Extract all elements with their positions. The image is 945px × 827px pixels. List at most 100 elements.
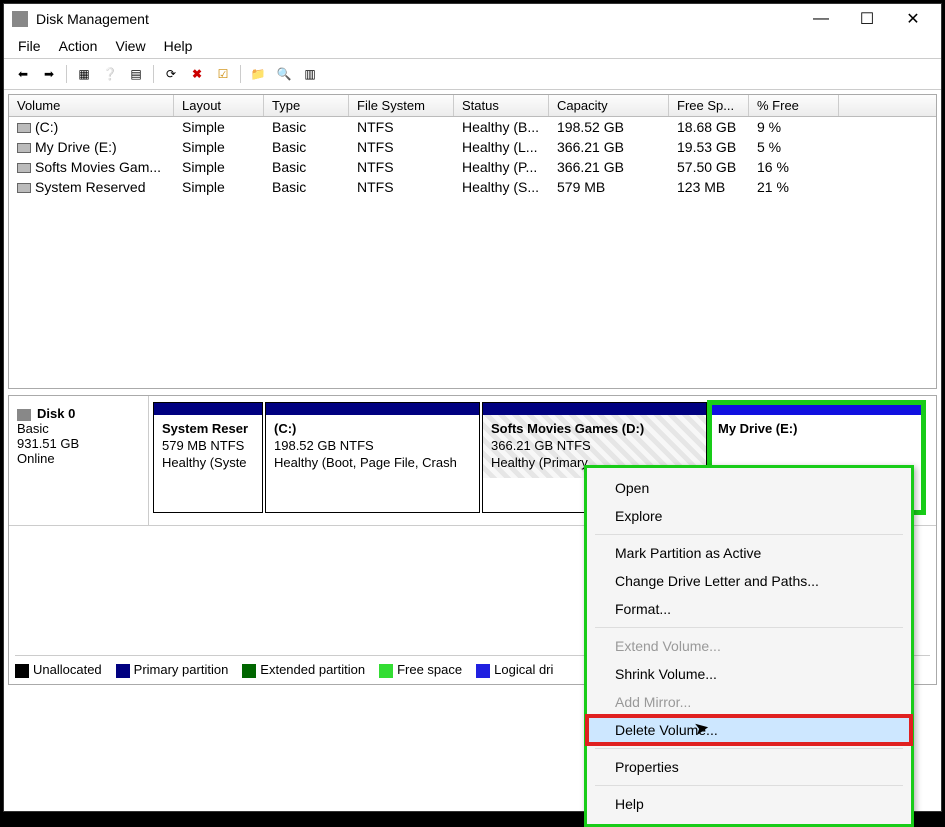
- cell: 9 %: [749, 118, 839, 136]
- cell: Simple: [174, 118, 264, 136]
- col-free[interactable]: Free Sp...: [669, 95, 749, 116]
- cell: 57.50 GB: [669, 158, 749, 176]
- ctx-explore[interactable]: Explore: [587, 502, 911, 530]
- col-filesystem[interactable]: File System: [349, 95, 454, 116]
- window-controls: — ☐ ✕: [809, 7, 925, 31]
- menu-action[interactable]: Action: [59, 38, 98, 54]
- cell: 198.52 GB: [549, 118, 669, 136]
- ctx-open[interactable]: Open: [587, 474, 911, 502]
- volume-row[interactable]: My Drive (E:) Simple Basic NTFS Healthy …: [9, 137, 936, 157]
- ctx-mark-active[interactable]: Mark Partition as Active: [587, 539, 911, 567]
- ctx-delete-volume[interactable]: Delete Volume...: [587, 716, 911, 744]
- ctx-change-letter[interactable]: Change Drive Letter and Paths...: [587, 567, 911, 595]
- ctx-format[interactable]: Format...: [587, 595, 911, 623]
- close-button[interactable]: ✕: [901, 7, 925, 31]
- disk-type: Basic: [17, 421, 140, 436]
- maximize-button[interactable]: ☐: [855, 7, 879, 31]
- partition-name: (C:): [274, 421, 471, 438]
- cell: 18.68 GB: [669, 118, 749, 136]
- cell: Basic: [264, 178, 349, 196]
- cell: 16 %: [749, 158, 839, 176]
- col-layout[interactable]: Layout: [174, 95, 264, 116]
- legend-extended: Extended partition: [242, 662, 365, 678]
- legend-primary: Primary partition: [116, 662, 229, 678]
- app-icon: [12, 11, 28, 27]
- menubar: File Action View Help: [4, 34, 941, 59]
- delete-icon[interactable]: ✖: [186, 63, 208, 85]
- ctx-shrink[interactable]: Shrink Volume...: [587, 660, 911, 688]
- forward-button[interactable]: ➡: [38, 63, 60, 85]
- help-icon[interactable]: ❔: [99, 63, 121, 85]
- cell: 21 %: [749, 178, 839, 196]
- disk-size: 931.51 GB: [17, 436, 140, 451]
- col-capacity[interactable]: Capacity: [549, 95, 669, 116]
- search-icon[interactable]: 🔍: [273, 63, 295, 85]
- cell: Simple: [174, 138, 264, 156]
- partition-size: 579 MB NTFS: [162, 438, 254, 455]
- disk-info[interactable]: Disk 0 Basic 931.51 GB Online: [9, 396, 149, 525]
- volume-name: System Reserved: [35, 179, 145, 195]
- ctx-help[interactable]: Help: [587, 790, 911, 818]
- partition-size: 366.21 GB NTFS: [491, 438, 698, 455]
- volume-list: Volume Layout Type File System Status Ca…: [8, 94, 937, 389]
- toolbar: ⬅ ➡ ▦ ❔ ▤ ⟳ ✖ ☑ 📁 🔍 ▥: [4, 59, 941, 90]
- volume-row[interactable]: (C:) Simple Basic NTFS Healthy (B... 198…: [9, 117, 936, 137]
- settings-icon[interactable]: ▤: [125, 63, 147, 85]
- volume-name: (C:): [35, 119, 58, 135]
- menu-help[interactable]: Help: [164, 38, 193, 54]
- volume-row[interactable]: Softs Movies Gam... Simple Basic NTFS He…: [9, 157, 936, 177]
- titlebar: Disk Management — ☐ ✕: [4, 4, 941, 34]
- legend-logical: Logical dri: [476, 662, 553, 678]
- ctx-properties[interactable]: Properties: [587, 753, 911, 781]
- cell: NTFS: [349, 158, 454, 176]
- cell: Basic: [264, 138, 349, 156]
- volume-list-header: Volume Layout Type File System Status Ca…: [9, 95, 936, 117]
- col-percent[interactable]: % Free: [749, 95, 839, 116]
- ctx-extend: Extend Volume...: [587, 632, 911, 660]
- refresh-icon[interactable]: ⟳: [160, 63, 182, 85]
- cell: Simple: [174, 158, 264, 176]
- cell: NTFS: [349, 178, 454, 196]
- col-type[interactable]: Type: [264, 95, 349, 116]
- cell: Basic: [264, 158, 349, 176]
- cell: 579 MB: [549, 178, 669, 196]
- partition-size: 198.52 GB NTFS: [274, 438, 471, 455]
- minimize-button[interactable]: —: [809, 7, 833, 31]
- list-icon[interactable]: ▥: [299, 63, 321, 85]
- partition-name: Softs Movies Games (D:): [491, 421, 698, 438]
- disk-name: Disk 0: [37, 406, 75, 421]
- volume-row[interactable]: System Reserved Simple Basic NTFS Health…: [9, 177, 936, 197]
- drive-icon: [17, 183, 31, 193]
- cell: Healthy (P...: [454, 158, 549, 176]
- cell: NTFS: [349, 138, 454, 156]
- partition[interactable]: (C:) 198.52 GB NTFS Healthy (Boot, Page …: [265, 402, 480, 513]
- legend-free: Free space: [379, 662, 462, 678]
- check-icon[interactable]: ☑: [212, 63, 234, 85]
- cell: NTFS: [349, 118, 454, 136]
- show-hide-button[interactable]: ▦: [73, 63, 95, 85]
- col-volume[interactable]: Volume: [9, 95, 174, 116]
- disk-status: Online: [17, 451, 140, 466]
- cell: 366.21 GB: [549, 158, 669, 176]
- cell: Healthy (B...: [454, 118, 549, 136]
- folder-icon[interactable]: 📁: [247, 63, 269, 85]
- partition-name: My Drive (E:): [718, 421, 915, 438]
- cell: 19.53 GB: [669, 138, 749, 156]
- menu-file[interactable]: File: [18, 38, 41, 54]
- back-button[interactable]: ⬅: [12, 63, 34, 85]
- cell: Simple: [174, 178, 264, 196]
- cell: 123 MB: [669, 178, 749, 196]
- partition[interactable]: System Reser 579 MB NTFS Healthy (Syste: [153, 402, 263, 513]
- disk-icon: [17, 409, 31, 421]
- ctx-mirror: Add Mirror...: [587, 688, 911, 716]
- volume-name: My Drive (E:): [35, 139, 117, 155]
- drive-icon: [17, 143, 31, 153]
- menu-view[interactable]: View: [115, 38, 145, 54]
- cell: Healthy (S...: [454, 178, 549, 196]
- drive-icon: [17, 163, 31, 173]
- partition-status: Healthy (Boot, Page File, Crash: [274, 455, 471, 472]
- cell: 5 %: [749, 138, 839, 156]
- cell: 366.21 GB: [549, 138, 669, 156]
- col-status[interactable]: Status: [454, 95, 549, 116]
- volume-name: Softs Movies Gam...: [35, 159, 161, 175]
